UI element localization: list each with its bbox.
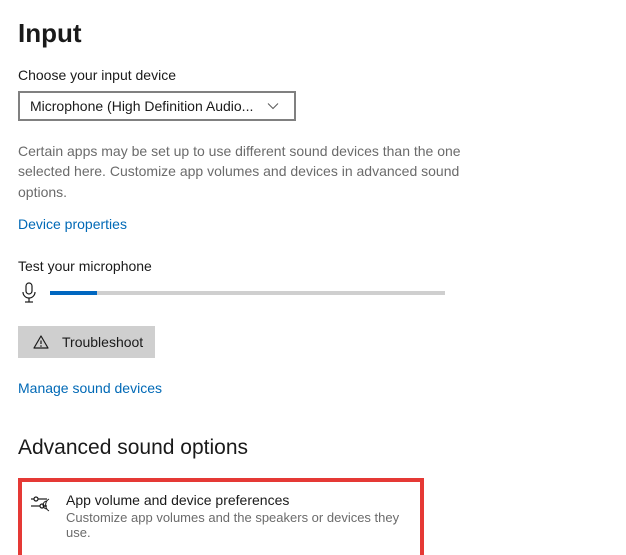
input-help-text: Certain apps may be set up to use differ… bbox=[18, 141, 468, 202]
input-device-dropdown[interactable]: Microphone (High Definition Audio... bbox=[18, 91, 296, 121]
device-properties-link[interactable]: Device properties bbox=[18, 216, 127, 232]
mic-level-fill bbox=[50, 291, 97, 295]
highlight-box: App volume and device preferences Custom… bbox=[18, 478, 424, 555]
input-heading: Input bbox=[18, 18, 602, 49]
app-volume-subtitle: Customize app volumes and the speakers o… bbox=[66, 510, 408, 540]
sliders-icon bbox=[30, 492, 52, 515]
manage-sound-devices-link[interactable]: Manage sound devices bbox=[18, 380, 162, 396]
advanced-heading: Advanced sound options bbox=[18, 436, 602, 460]
app-volume-title: App volume and device preferences bbox=[66, 492, 408, 508]
app-volume-preferences-row[interactable]: App volume and device preferences Custom… bbox=[30, 492, 408, 540]
microphone-icon bbox=[18, 282, 40, 304]
warning-icon bbox=[30, 334, 52, 350]
chevron-down-icon bbox=[262, 100, 284, 112]
input-device-selected: Microphone (High Definition Audio... bbox=[30, 98, 253, 114]
troubleshoot-button[interactable]: Troubleshoot bbox=[18, 326, 155, 358]
mic-level-meter bbox=[50, 291, 445, 295]
test-mic-label: Test your microphone bbox=[18, 258, 602, 274]
troubleshoot-label: Troubleshoot bbox=[62, 334, 143, 350]
choose-input-label: Choose your input device bbox=[18, 67, 602, 83]
